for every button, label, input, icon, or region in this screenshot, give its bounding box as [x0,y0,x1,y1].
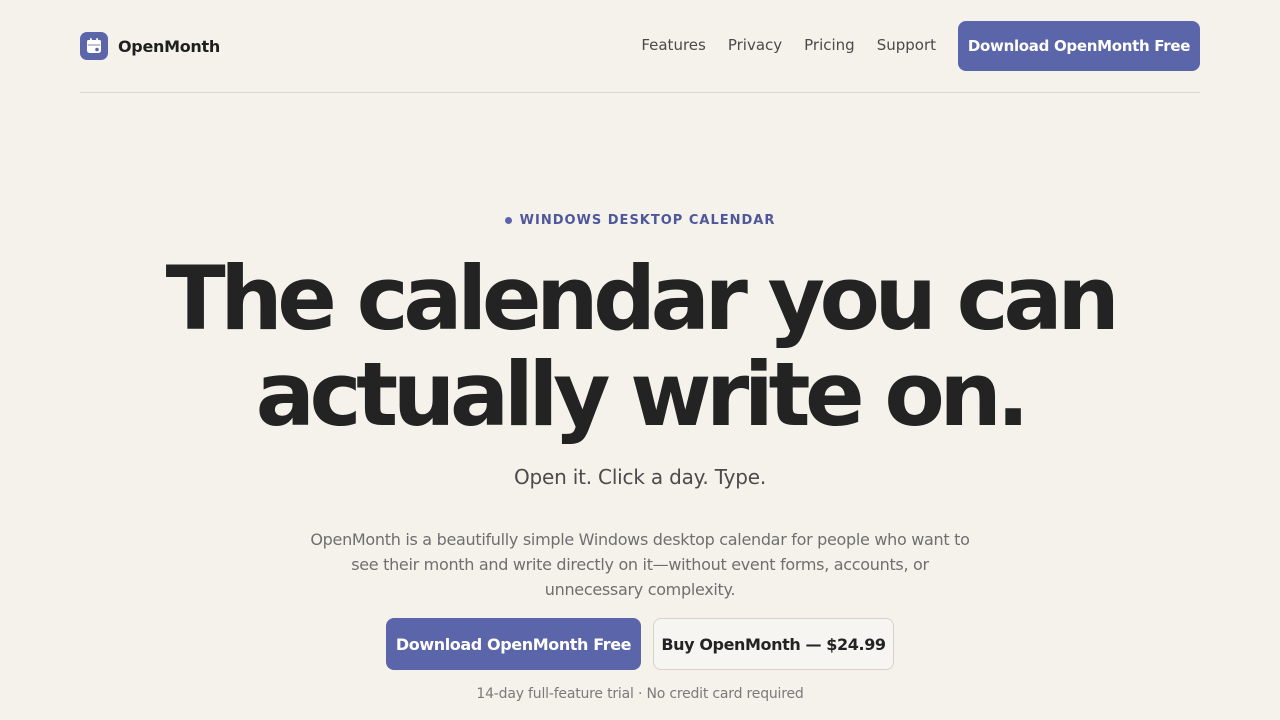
download-free-button[interactable]: Download OpenMonth Free [386,618,641,670]
hero-description: OpenMonth is a beautifully simple Window… [310,530,970,599]
hero-cta-group: Download OpenMonth Free Buy OpenMonth — … [0,618,1280,670]
nav-link-privacy[interactable]: Privacy [728,36,782,54]
nav-link-features[interactable]: Features [641,36,706,54]
nav-link-pricing[interactable]: Pricing [804,36,855,54]
nav-download-button[interactable]: Download OpenMonth Free [958,21,1200,71]
trial-fine-print: 14-day full-feature trial · No credit ca… [476,686,804,702]
buy-button[interactable]: Buy OpenMonth — $24.99 [653,618,894,670]
hero-headline: The calendar you can actually write on. [0,251,1280,443]
calendar-icon [80,32,108,60]
top-navigation: OpenMonth Features Privacy Pricing Suppo… [80,0,1200,93]
brand-name: OpenMonth [118,36,220,56]
eyebrow-dot [504,217,512,224]
hero-tagline: Open it. Click a day. Type. [513,465,767,489]
brand[interactable]: OpenMonth [80,32,220,60]
nav-link-support[interactable]: Support [877,36,936,54]
eyebrow-text: WINDOWS DESKTOP CALENDAR [519,213,776,228]
eyebrow: WINDOWS DESKTOP CALENDAR [0,213,1280,228]
headline-line-2: actually write on. [255,343,1030,446]
nav-links: Features Privacy Pricing Support [641,36,936,54]
headline-line-1: The calendar you can [165,247,1120,350]
